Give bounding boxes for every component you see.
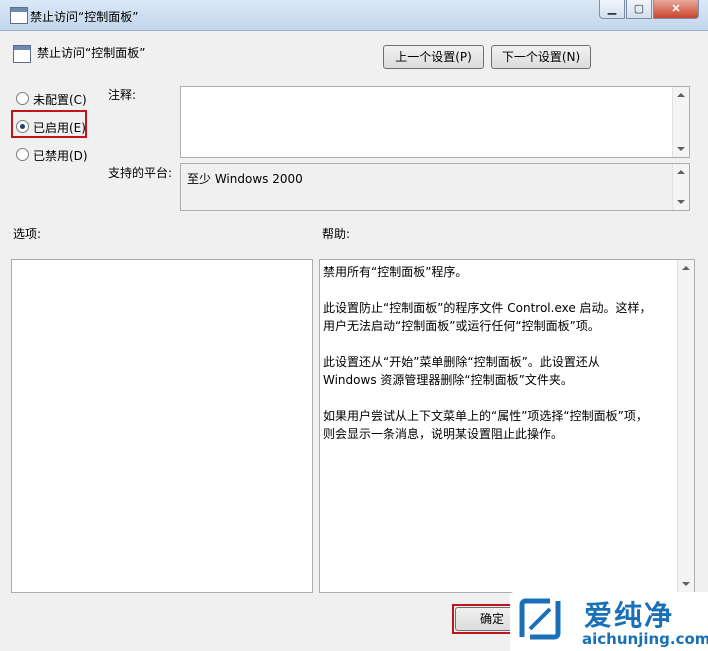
platform-value: 至少 Windows 2000 [187,172,303,186]
scroll-down-icon[interactable] [682,582,690,586]
watermark-name: 爱纯净 [584,599,675,632]
help-paragraph: 此设置防止“控制面板”的程序文件 Control.exe 启动。这样， 用户无法… [323,301,652,333]
comment-label: 注释: [108,88,137,102]
scroll-up-icon[interactable] [677,93,685,97]
platform-field: 至少 Windows 2000 [180,163,690,211]
platform-label: 支持的平台: [108,166,173,180]
help-label: 帮助: [322,227,351,241]
help-paragraph: 如果用户尝试从上下文菜单上的“属性”项选择“控制面板”项， 则会显示一条消息，说… [323,409,648,441]
setting-title: 禁止访问“控制面板” [37,46,146,60]
scroll-up-icon[interactable] [677,170,685,174]
options-label: 选项: [13,227,42,241]
watermark-logo-icon [519,598,561,640]
radio-circle[interactable] [16,148,29,161]
scroll-down-icon[interactable] [677,200,685,204]
radio-circle[interactable] [16,92,29,105]
radio-label: 已禁用(D) [33,149,88,163]
help-scrollbar[interactable] [677,260,694,592]
help-text: 禁用所有“控制面板”程序。 此设置防止“控制面板”的程序文件 Control.e… [323,263,668,461]
minimize-button[interactable]: ▁ [599,0,625,19]
watermark-url: aichunjing.com [582,630,708,648]
platform-scrollbar[interactable] [672,164,689,210]
scroll-down-icon[interactable] [677,147,685,151]
watermark: 爱纯净 aichunjing.com [510,592,708,651]
enabled-highlight-box [11,110,87,138]
help-panel: 禁用所有“控制面板”程序。 此设置防止“控制面板”的程序文件 Control.e… [319,259,695,593]
comment-scrollbar[interactable] [672,87,689,157]
previous-setting-button[interactable]: 上一个设置(P) [383,45,484,69]
policy-window-icon [10,7,28,24]
title-bar: 禁止访问“控制面板” ▁ ▢ ✕ [0,0,708,31]
radio-label: 未配置(C) [33,93,87,107]
close-button[interactable]: ✕ [653,0,699,19]
policy-setting-icon [13,45,31,63]
next-setting-button[interactable]: 下一个设置(N) [491,45,591,69]
scroll-up-icon[interactable] [682,266,690,270]
window-title: 禁止访问“控制面板” [30,10,139,24]
maximize-button[interactable]: ▢ [626,0,652,19]
help-paragraph: 此设置还从“开始”菜单删除“控制面板”。此设置还从 Windows 资源管理器删… [323,355,600,387]
options-panel [11,259,313,593]
help-paragraph: 禁用所有“控制面板”程序。 [323,265,468,279]
comment-textarea[interactable] [180,86,690,158]
